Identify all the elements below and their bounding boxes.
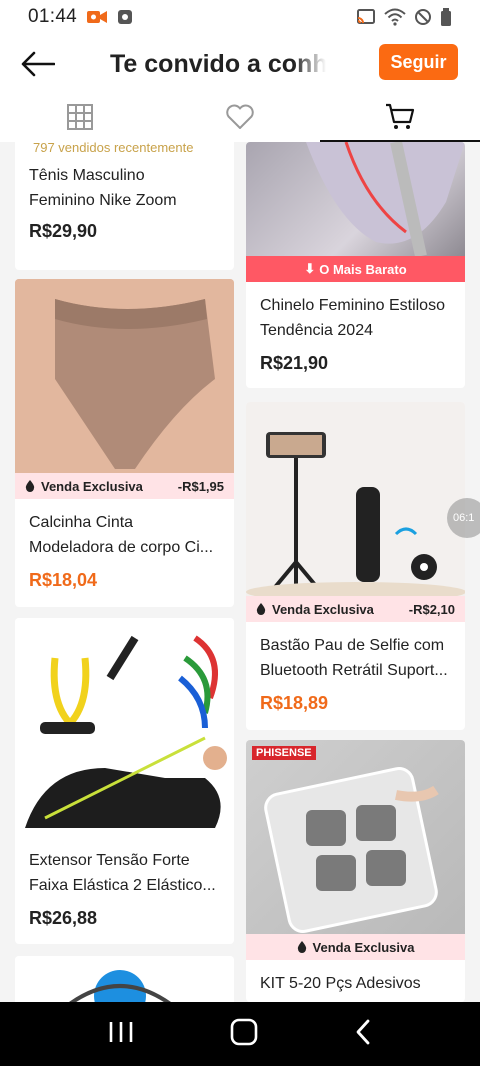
recent-apps-icon [109,1021,133,1042]
flame-icon [297,941,306,953]
product-name: KIT 5-20 Pçs Adesivos [260,975,421,992]
chevron-left-icon [356,1019,370,1044]
arrow-down-icon: ⬇ [304,261,316,276]
product-price: R$21,90 [260,353,329,373]
product-card[interactable]: PHISENSE Venda Exclusiva KIT 5-20 Pçs Ad… [246,740,465,1002]
cart-icon [386,103,415,129]
top-header: Te convido a conh Seguir [0,34,480,92]
product-image [246,402,465,596]
status-time: 01:44 [28,6,78,27]
tab-products[interactable] [320,92,480,142]
product-image: PHISENSE [246,740,465,934]
product-price: R$26,88 [29,908,98,928]
heart-icon [226,104,254,129]
promo-badge: Venda Exclusiva -R$1,95 [15,473,234,499]
promo-badge: Venda Exclusiva [246,934,465,960]
do-not-disturb-icon [415,9,431,25]
grid-icon [67,104,93,130]
product-card[interactable]: ⬇ O Mais Barato Chinelo Feminino Estiloso… [246,142,465,388]
product-feed[interactable]: 797 vendidos recentemente Tênis Masculin… [0,142,480,1002]
battery-icon [441,8,451,26]
product-price: R$18,89 [260,693,329,713]
home-icon [230,1018,258,1045]
page-title: Te convido a conh [110,50,326,78]
promo-badge: ⬇ O Mais Barato [246,256,465,282]
product-image [15,956,234,1002]
brand-label: PHISENSE [252,746,316,760]
product-card[interactable]: 797 vendidos recentemente Tênis Masculin… [15,142,234,270]
recent-apps-button[interactable] [108,1020,134,1049]
tab-grid[interactable] [0,92,160,142]
product-image [246,142,465,256]
cast-icon [357,9,375,24]
status-bar: 01:44 [0,0,480,34]
product-image [15,279,234,473]
tab-bar [0,92,480,142]
product-name: Bastão Pau de Selfie com Bluetooth Retrát… [260,637,448,679]
product-card[interactable]: Venda Exclusiva -R$1,95 Calcinha Cinta Mo… [15,279,234,607]
product-price: R$29,90 [29,221,98,241]
flame-icon [25,480,35,492]
product-card[interactable]: Venda Exclusiva -R$2,10 Bastão Pau de Se… [246,402,465,730]
back-nav-button[interactable] [354,1019,372,1050]
video-recording-icon [87,11,108,23]
tab-favorites[interactable] [160,92,320,142]
flame-icon [256,603,266,615]
product-card[interactable] [15,956,234,1002]
product-price: R$18,04 [29,570,98,590]
follow-button[interactable]: Seguir [379,44,458,80]
floating-timer-handle[interactable]: 06:1 [447,498,480,538]
discount-label: -R$2,10 [408,601,455,617]
product-name: Chinelo Feminino Estiloso Tendência 2024 [260,297,445,339]
screen-record-icon [118,10,133,24]
product-card[interactable]: Extensor Tensão Forte Faixa Elástica 2 El… [15,618,234,944]
product-name: Tênis Masculino Feminino Nike Zoom [29,167,177,209]
product-name: Extensor Tensão Forte Faixa Elástica 2 El… [29,852,216,894]
promo-badge: Venda Exclusiva -R$2,10 [246,596,465,622]
sold-count: 797 vendidos recentemente [33,142,194,155]
wifi-icon [384,8,406,26]
back-button[interactable] [20,46,56,82]
product-name: Calcinha Cinta Modeladora de corpo Ci... [29,514,214,556]
discount-label: -R$1,95 [177,478,224,494]
system-navigation-bar [0,1002,480,1066]
home-button[interactable] [230,1018,258,1051]
product-image [15,618,234,837]
arrow-left-icon [21,51,55,77]
